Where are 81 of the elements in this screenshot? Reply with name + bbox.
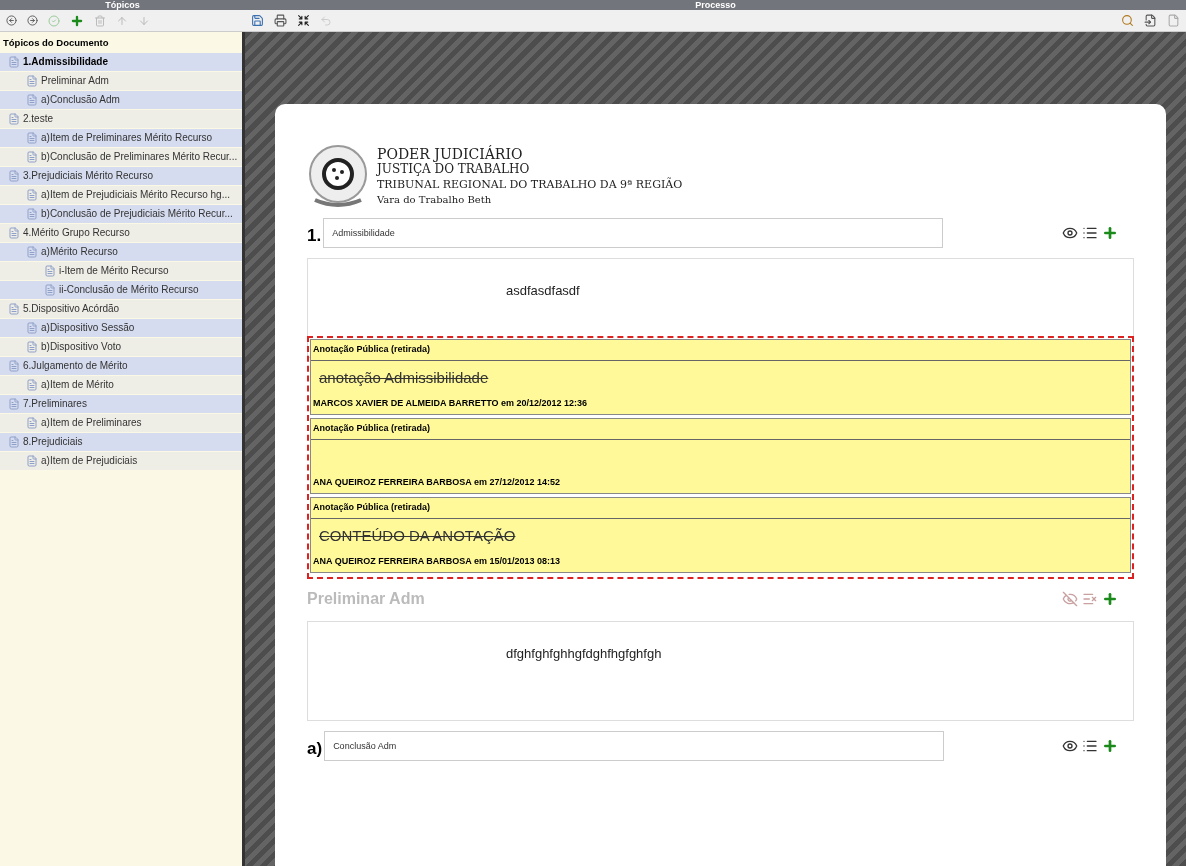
file-icon [8, 170, 20, 183]
print-icon[interactable] [274, 14, 287, 27]
annotation-author: ANA QUEIROZ FERREIRA BARBOSA em 15/01/2013 08:13 [312, 554, 562, 568]
tree-item[interactable]: a)Mérito Recurso [0, 243, 242, 262]
add-icon[interactable] [1102, 591, 1118, 607]
tree-item[interactable]: b)Conclusão de Preliminares Mérito Recur... [0, 148, 242, 167]
list-icon[interactable] [1082, 225, 1098, 241]
file-icon [26, 341, 38, 354]
add-icon[interactable] [1102, 738, 1118, 754]
annotation-text: anotação Admissibilidade [319, 368, 489, 389]
annotation-text: CONTEÚDO DA ANOTAÇÃO [319, 526, 516, 547]
file-icon [8, 303, 20, 316]
check-icon[interactable] [48, 14, 60, 27]
tree-item[interactable]: a)Dispositivo Sessão [0, 319, 242, 338]
tree-item[interactable]: 7.Preliminares [0, 395, 242, 414]
file-icon [26, 246, 38, 259]
tree-item[interactable]: a)Item de Mérito [0, 376, 242, 395]
tree-item[interactable]: a)Item de Prejudiciais [0, 452, 242, 471]
tree-item[interactable]: 1.Admissibilidade [0, 53, 242, 72]
tree-item[interactable]: a)Item de Prejudiciais Mérito Recurso hg... [0, 186, 242, 205]
search-icon[interactable] [1121, 14, 1134, 27]
tree-title: Tópicos do Documento [2, 36, 110, 50]
letterhead-line: JUSTIÇA DO TRABALHO [377, 162, 531, 177]
file-icon [26, 189, 38, 202]
panel-title: Processo [695, 0, 736, 10]
file-icon [44, 284, 56, 297]
tree-item[interactable]: 8.Prejudiciais [0, 433, 242, 452]
file-icon [26, 208, 38, 221]
file-icon [8, 436, 20, 449]
annotation-author: MARCOS XAVIER DE ALMEIDA BARRETTO em 20/12/2012 12:36 [312, 396, 589, 410]
file-icon [8, 113, 20, 126]
tree-item[interactable]: 5.Dispositivo Acórdão [0, 300, 242, 319]
export-icon[interactable] [1144, 14, 1157, 27]
add-icon[interactable] [1102, 225, 1118, 241]
tree-item[interactable]: 3.Prejudiciais Mérito Recurso [0, 167, 242, 186]
annotation-header: Anotação Pública (retirada) [311, 340, 1130, 361]
file-icon [26, 455, 38, 468]
file-icon [8, 56, 20, 69]
panel-title: Tópicos [105, 0, 140, 10]
list-icon[interactable] [1082, 738, 1098, 754]
emblem-drawing [307, 144, 369, 210]
file-icon [26, 322, 38, 335]
tree-item[interactable]: ii-Conclusão de Mérito Recurso [0, 281, 242, 300]
back-icon[interactable] [6, 15, 17, 26]
section-number: 1. [307, 224, 322, 247]
tree-item[interactable]: 4.Mérito Grupo Recurso [0, 224, 242, 243]
section-number: a) [307, 737, 323, 760]
file-icon [44, 265, 56, 278]
file-icon [26, 75, 38, 88]
forward-icon[interactable] [27, 15, 38, 26]
eye-icon[interactable] [1062, 738, 1078, 754]
section-heading: Preliminar Adm [307, 589, 425, 609]
file-icon [26, 94, 38, 107]
save-icon[interactable] [251, 14, 264, 27]
eye-icon[interactable] [1062, 225, 1078, 241]
file-icon [8, 398, 20, 411]
file-icon [26, 417, 38, 430]
tree-item[interactable]: a)Item de Preliminares Mérito Recurso [0, 129, 242, 148]
add-icon[interactable] [70, 13, 84, 28]
file-icon [8, 227, 20, 240]
tree-item[interactable]: Preliminar Adm [0, 72, 242, 91]
annotation-header: Anotação Pública (retirada) [311, 498, 1130, 519]
section-title-field[interactable]: Conclusão Adm [324, 731, 945, 761]
letterhead-line: Vara do Trabalho Beth [377, 193, 493, 207]
section-title-field[interactable]: Admissibilidade [323, 218, 944, 248]
tree-item[interactable]: 2.teste [0, 110, 242, 129]
tree-item[interactable]: b)Conclusão de Prejudiciais Mérito Recur... [0, 205, 242, 224]
tree-item[interactable]: a)Conclusão Adm [0, 91, 242, 110]
tree-item[interactable]: b)Dispositivo Voto [0, 338, 242, 357]
letterhead-line: PODER JUDICIÁRIO [377, 147, 524, 162]
annotation-author: ANA QUEIROZ FERREIRA BARBOSA em 27/12/2012 14:52 [312, 475, 562, 489]
tree-item[interactable]: a)Item de Preliminares [0, 414, 242, 433]
collapse-icon[interactable] [297, 14, 310, 27]
letterhead-line: TRIBUNAL REGIONAL DO TRABALHO DA 9ª REGIÃO [377, 177, 683, 192]
tree-item[interactable]: 6.Julgamento de Mérito [0, 357, 242, 376]
annotation-header: Anotação Pública (retirada) [311, 419, 1130, 440]
file-icon [8, 360, 20, 373]
file-icon [26, 151, 38, 164]
file-icon [26, 379, 38, 392]
file-icon [26, 132, 38, 145]
tree-item[interactable]: i-Item de Mérito Recurso [0, 262, 242, 281]
